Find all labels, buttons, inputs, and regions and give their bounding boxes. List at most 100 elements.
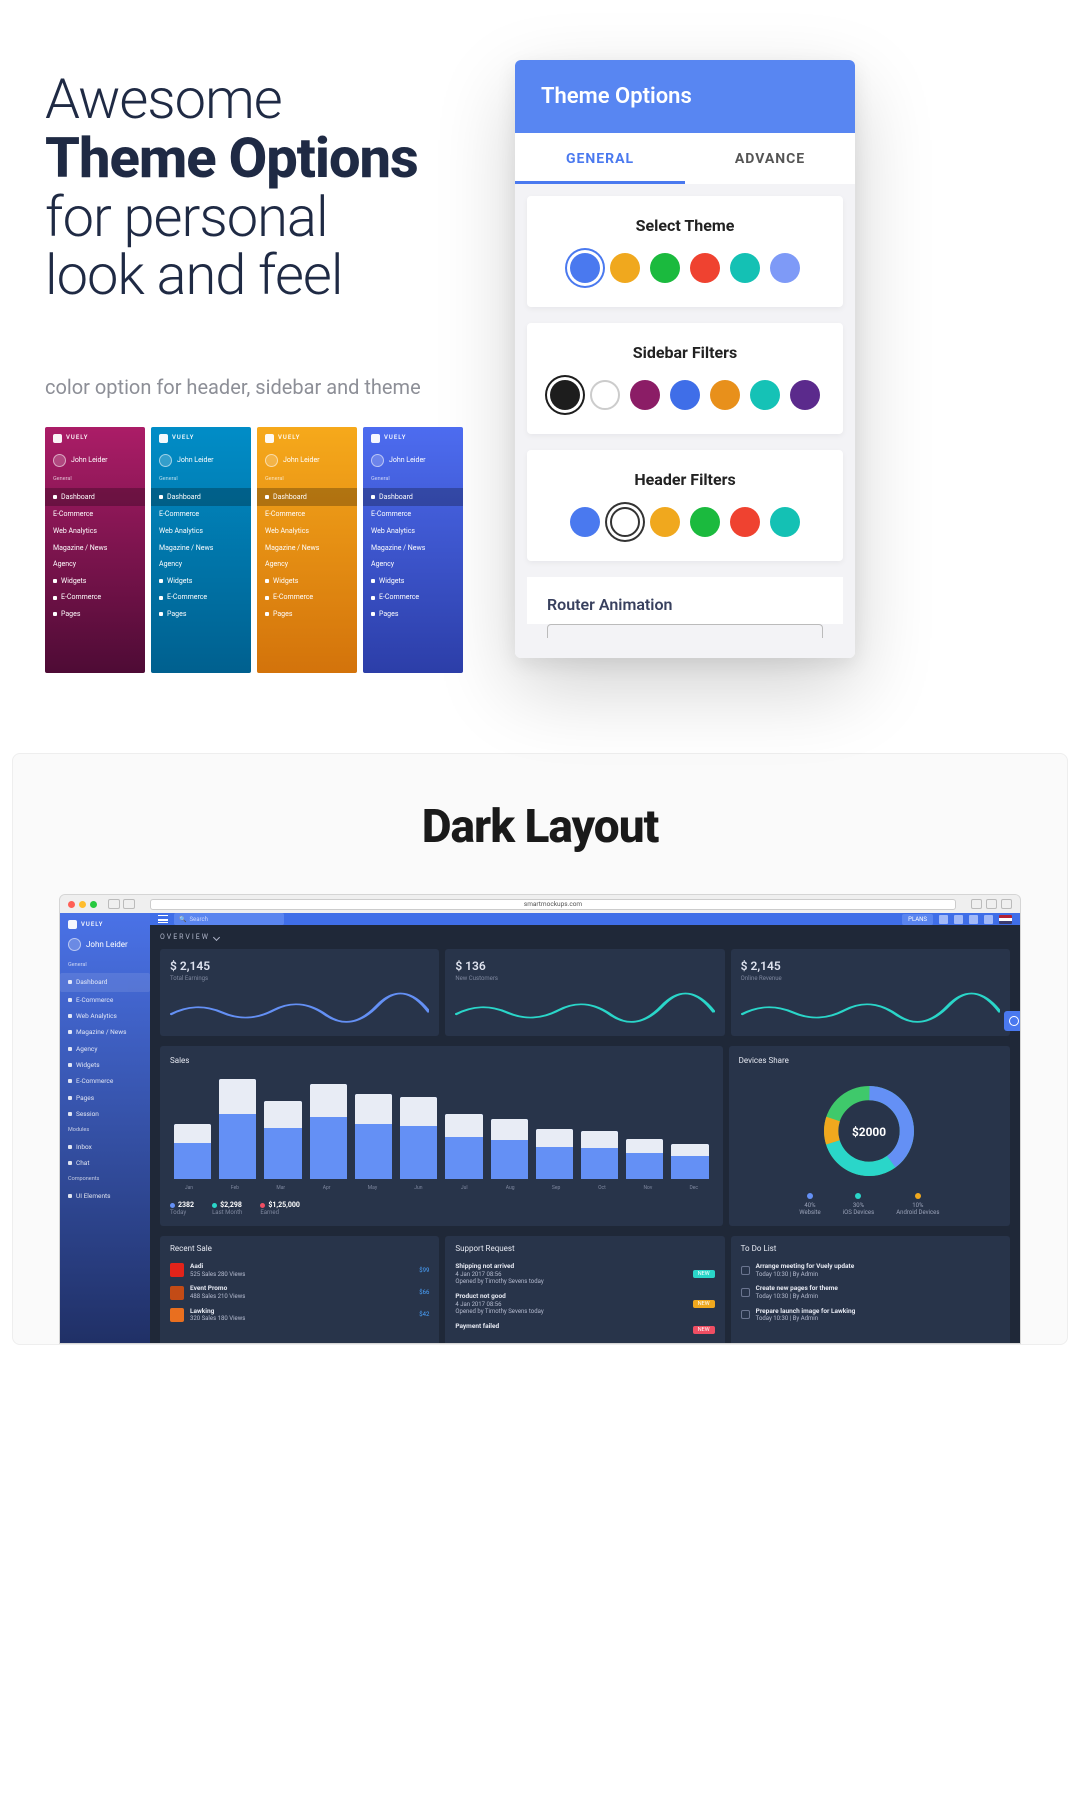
list-item[interactable]: Create new pages for themeToday 10:30 | …	[741, 1281, 1000, 1303]
router-animation-select[interactable]	[547, 624, 823, 638]
bar	[219, 1079, 256, 1179]
traffic-lights	[68, 901, 97, 908]
list-item[interactable]: Prepare launch image for LawkingToday 10…	[741, 1304, 1000, 1326]
sidebar-item[interactable]: E-Commerce	[68, 1073, 142, 1089]
donut-chart: $2000	[819, 1081, 919, 1181]
url-bar[interactable]: smartmockups.com	[150, 899, 956, 910]
hero-line3: for personal	[45, 184, 328, 250]
sidebar-item[interactable]: UI Elements	[68, 1188, 142, 1204]
bar	[445, 1114, 482, 1179]
menu-icon[interactable]	[158, 915, 168, 923]
color-swatch[interactable]	[750, 380, 780, 410]
color-swatch[interactable]	[690, 507, 720, 537]
router-animation-label: Router Animation	[527, 577, 843, 624]
sidebar-item[interactable]: Session	[68, 1106, 142, 1122]
cart-icon[interactable]	[984, 915, 993, 924]
list-item[interactable]: Event Promo488 Sales 210 Views$66	[170, 1281, 429, 1303]
sales-title: Sales	[170, 1056, 713, 1065]
sidebar-preview-orange: VUELY John Leider General Dashboard E-Co…	[257, 427, 357, 673]
browser-icons[interactable]	[971, 899, 1012, 909]
bell-icon[interactable]	[969, 915, 978, 924]
bar	[310, 1084, 347, 1179]
flag-icon[interactable]	[999, 915, 1012, 924]
color-swatch[interactable]	[710, 380, 740, 410]
color-swatch[interactable]	[790, 380, 820, 410]
sidebar-item[interactable]: Chat	[68, 1155, 142, 1171]
list-item[interactable]: Arrange meeting for Vuely updateToday 10…	[741, 1259, 1000, 1281]
chevron-down-icon[interactable]	[213, 934, 220, 941]
color-swatch[interactable]	[690, 253, 720, 283]
sidebar-item[interactable]: Pages	[68, 1090, 142, 1106]
sidebar-item[interactable]: E-Commerce	[68, 992, 142, 1008]
color-swatch[interactable]	[730, 253, 760, 283]
list-item[interactable]: Payment failedNEW	[455, 1319, 714, 1341]
kpi-widget: $ 2,145Total Earnings	[160, 949, 439, 1036]
apps-icon[interactable]	[939, 915, 948, 924]
hero-text: Awesome Theme Options for personal look …	[45, 60, 485, 673]
avatar-icon	[68, 938, 81, 951]
brand-label: VUELY	[66, 433, 88, 444]
color-swatch[interactable]	[570, 507, 600, 537]
list-item[interactable]: Aadi525 Sales 280 Views$99	[170, 1259, 429, 1281]
hero-section: Awesome Theme Options for personal look …	[0, 0, 1080, 733]
kpi-row: $ 2,145Total Earnings$ 136New Customers$…	[150, 949, 1020, 1046]
bar	[174, 1124, 211, 1179]
color-swatch[interactable]	[650, 507, 680, 537]
color-swatch[interactable]	[770, 507, 800, 537]
sales-widget: Sales JanFebMarAprMayJunJulAugSepOctNovD…	[160, 1046, 723, 1226]
hero-sub: color option for header, sidebar and the…	[45, 375, 485, 399]
checkbox[interactable]	[741, 1266, 750, 1275]
gear-icon	[1009, 1016, 1019, 1026]
checkbox[interactable]	[741, 1288, 750, 1297]
color-swatch[interactable]	[730, 507, 760, 537]
sidebar-item[interactable]: Widgets	[68, 1057, 142, 1073]
nav-arrows[interactable]	[108, 899, 135, 909]
sidebar-filters-title: Sidebar Filters	[543, 343, 827, 362]
checkbox[interactable]	[741, 1310, 750, 1319]
sidebar-item[interactable]: Inbox	[68, 1139, 142, 1155]
settings-fab[interactable]	[1004, 1011, 1021, 1031]
kpi-widget: $ 136New Customers	[445, 949, 724, 1036]
tab-advance[interactable]: ADVANCE	[685, 133, 855, 184]
devices-title: Devices Share	[739, 1056, 1000, 1065]
sidebar-item[interactable]: Magazine / News	[68, 1024, 142, 1040]
color-swatch[interactable]	[610, 253, 640, 283]
color-swatch[interactable]	[590, 380, 620, 410]
hero-line1: Awesome	[45, 66, 282, 132]
sidebar-item[interactable]: Dashboard	[60, 973, 150, 991]
sidebar-item[interactable]: Agency	[68, 1041, 142, 1057]
color-swatch[interactable]	[610, 507, 640, 537]
color-swatch[interactable]	[670, 380, 700, 410]
color-swatch[interactable]	[650, 253, 680, 283]
dark-title: Dark Layout	[59, 800, 1021, 854]
chat-icon[interactable]	[954, 915, 963, 924]
color-swatch[interactable]	[630, 380, 660, 410]
bar	[491, 1119, 528, 1179]
bar	[581, 1131, 618, 1179]
bar	[536, 1129, 573, 1179]
list-item[interactable]: Product not good4 Jan 2017 08:56Opened b…	[455, 1289, 714, 1319]
donut-legend: 40%Website30%iOS Devices10%Android Devic…	[799, 1193, 939, 1216]
logo-icon	[53, 434, 62, 443]
list-item[interactable]: Lawking320 Sales 180 Views$42	[170, 1304, 429, 1326]
sidebar-previews: VUELY John Leider General Dashboard E-Co…	[45, 427, 485, 673]
browser-chrome: smartmockups.com	[60, 895, 1020, 913]
bar	[355, 1094, 392, 1179]
color-swatch[interactable]	[770, 253, 800, 283]
sales-bars	[170, 1079, 713, 1179]
plans-button[interactable]: PLANS	[902, 914, 933, 925]
user-label: John Leider	[71, 454, 108, 467]
sidebar-filters-card: Sidebar Filters	[527, 323, 843, 434]
search-input[interactable]: 🔍 Search	[174, 913, 284, 925]
sidebar-preview-blue: VUELY John Leider General Dashboard E-Co…	[363, 427, 463, 673]
list-item[interactable]: Shipping not arrived4 Jan 2017 08:56Open…	[455, 1259, 714, 1289]
kpi-widget: $ 2,145Online Revenue	[731, 949, 1010, 1036]
section-label: General	[53, 475, 137, 485]
devices-widget: Devices Share $2000 40%Website30%iOS Dev…	[729, 1046, 1010, 1226]
hero-line2: Theme Options	[45, 129, 485, 188]
dashboard-app: VUELY John Leider General DashboardE-Com…	[60, 913, 1020, 1343]
color-swatch[interactable]	[550, 380, 580, 410]
color-swatch[interactable]	[570, 253, 600, 283]
tab-general[interactable]: GENERAL	[515, 133, 685, 184]
sidebar-item[interactable]: Web Analytics	[68, 1008, 142, 1024]
